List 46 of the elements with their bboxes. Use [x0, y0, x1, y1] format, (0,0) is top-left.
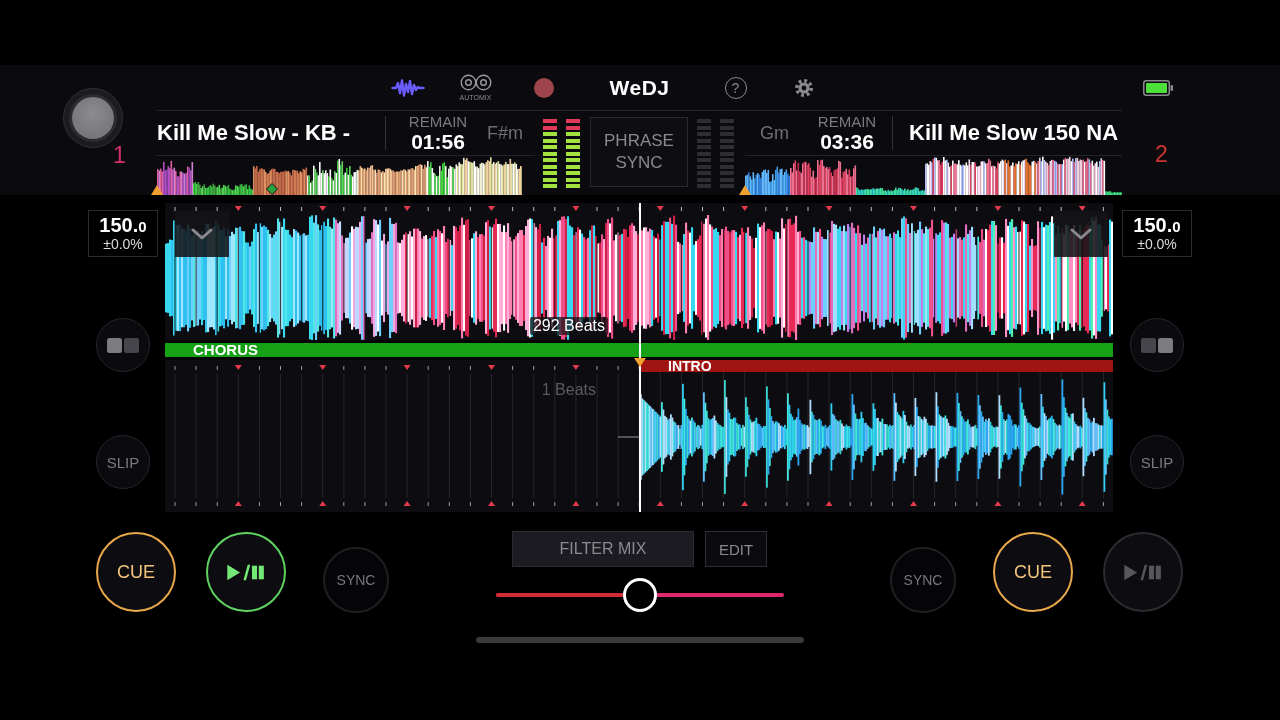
pad-mode-button[interactable] [96, 318, 150, 372]
sync-button[interactable]: SYNC [323, 547, 389, 613]
remain-time: 03:36 [820, 129, 874, 153]
phrase-sync-button[interactable]: PHRASE SYNC [590, 117, 688, 187]
beat-count-label: 1 Beats [541, 381, 596, 399]
pad-mode-button[interactable] [1130, 318, 1184, 372]
slip-button[interactable]: SLIP [1130, 435, 1184, 489]
remain-label: REMAIN [408, 113, 468, 130]
dropdown-button[interactable] [175, 211, 229, 257]
cue-button[interactable]: CUE [993, 532, 1073, 612]
cue-button[interactable]: CUE [96, 532, 176, 612]
play-pause-icon [227, 563, 265, 581]
phrase-label: CHORUS [193, 343, 258, 357]
diamond-marker-icon [266, 183, 278, 195]
waveform-icon[interactable] [390, 77, 425, 98]
automix-icon [459, 73, 492, 91]
cue-marker-icon [151, 185, 163, 195]
app-logo: WeDJ [609, 75, 670, 100]
key-label: F#m [487, 122, 523, 144]
slider-thumb[interactable] [623, 578, 657, 612]
bpm-value: 150.0 [1133, 215, 1181, 237]
deck-number: 2 [1155, 143, 1168, 165]
record-button[interactable] [533, 77, 554, 98]
track-title: Kill Me Slow - KB - [157, 120, 352, 146]
track-title: Kill Me Slow 150 NA [909, 120, 1119, 146]
battery-icon [1143, 80, 1173, 96]
remain-label: REMAIN [817, 113, 877, 130]
crossfader-slider[interactable] [496, 578, 784, 612]
chevron-down-icon [191, 228, 213, 240]
pitch-value: ±0.0% [103, 237, 143, 252]
sync-button[interactable]: SYNC [890, 547, 956, 613]
phrase-label: INTRO [668, 360, 712, 372]
remain-time: 01:56 [411, 129, 465, 153]
filter-mix-button[interactable]: FILTER MIX [512, 531, 694, 567]
cue-marker-icon [739, 185, 751, 195]
settings-icon[interactable] [793, 77, 814, 98]
play-pause-icon [1124, 563, 1162, 581]
key-label: Gm [760, 122, 789, 144]
pitch-value: ±0.0% [1137, 237, 1177, 252]
edit-button[interactable]: EDIT [705, 531, 767, 567]
bpm-value: 150.0 [99, 215, 147, 237]
deck-number: 1 [113, 144, 126, 166]
dropdown-button[interactable] [1054, 211, 1108, 257]
slip-button[interactable]: SLIP [96, 435, 150, 489]
chevron-down-icon [1070, 228, 1092, 240]
beat-count-label: 292 Beats [529, 317, 608, 335]
